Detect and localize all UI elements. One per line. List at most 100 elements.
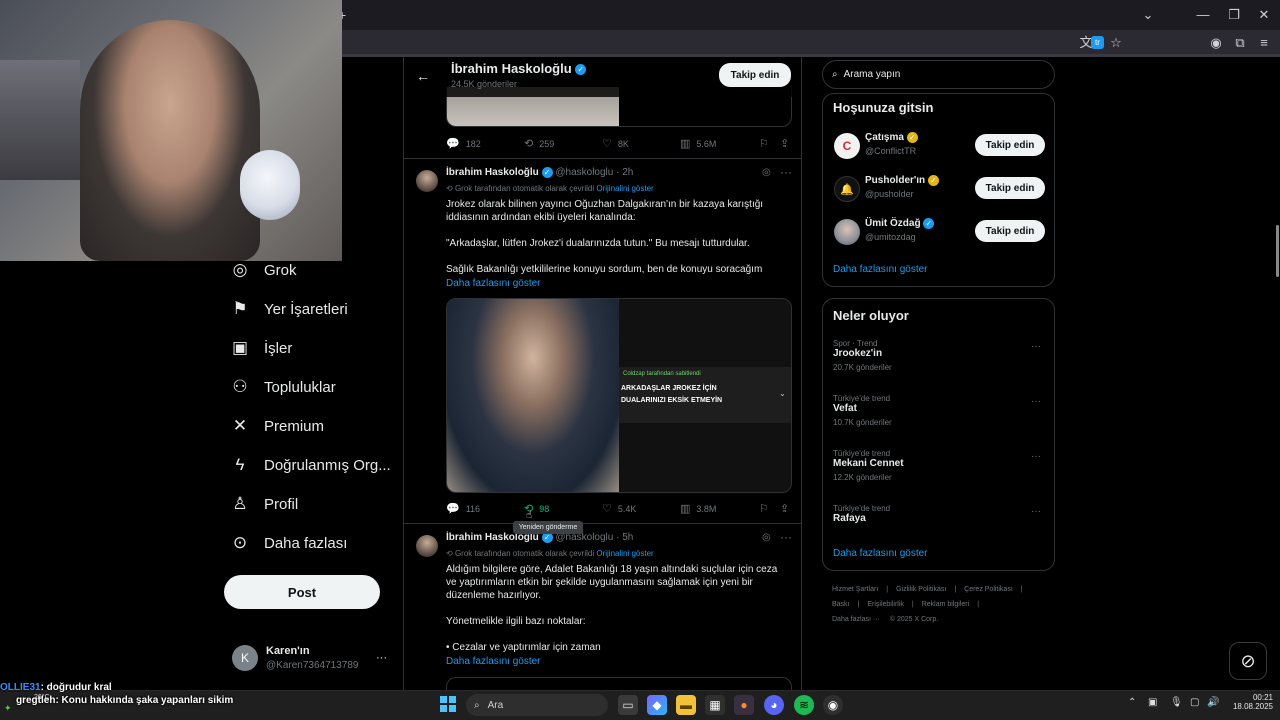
bookmark-button[interactable]: ⚐ [759, 137, 769, 150]
views-button[interactable]: ▥ 3.8M [680, 502, 716, 515]
tweet-author-name[interactable]: İbrahim Haskoloğlu [446, 167, 539, 178]
avatar[interactable]: K [232, 645, 258, 671]
trend-item[interactable]: Türkiye'de trend Rafaya ··· [833, 504, 1045, 534]
show-more-link[interactable]: Daha fazlasını göster [833, 548, 928, 559]
menu-icon[interactable]: ≡ [1255, 34, 1273, 52]
account-icon[interactable]: ◉ [1207, 34, 1225, 52]
media-screenshot: Coldzap tarafından sabitlendi ARKADAŞLAR… [619, 367, 791, 423]
trend-item[interactable]: Türkiye'de trend Vefat 10.7K gönderiler … [833, 394, 1045, 434]
back-arrow-icon[interactable]: ← [416, 68, 430, 84]
tabs-menu-icon[interactable]: ⌄ [1138, 6, 1158, 24]
network-icon[interactable]: ▢ [1190, 697, 1199, 708]
grok-floating-button[interactable]: ⊘ [1229, 642, 1267, 680]
grok-explain-icon[interactable]: ◎ [762, 167, 771, 178]
tweet-time[interactable]: · 2h [616, 167, 633, 178]
close-button[interactable]: ✕ [1254, 6, 1274, 24]
nav-item-premium[interactable]: ✕ Premium [230, 410, 324, 442]
microphone-icon[interactable]: 🎙 [1170, 697, 1183, 708]
avatar[interactable]: C [834, 133, 860, 159]
tweet-avatar[interactable] [416, 170, 438, 192]
nav-item-bookmarks[interactable]: ⚑ Yer İşaretleri [230, 293, 347, 325]
translate-icon: ⟲ [446, 184, 453, 193]
windows-start-icon[interactable] [440, 696, 456, 712]
file-explorer-icon[interactable]: ▬ [676, 695, 696, 715]
follow-button[interactable]: Takip edin [975, 177, 1045, 199]
footer-link[interactable]: Çerez Politikası [964, 586, 1013, 593]
like-button[interactable]: ♡ 8K [602, 137, 629, 150]
trend-more-icon[interactable]: ··· [1031, 396, 1041, 407]
follow-button[interactable]: Takip edin [975, 134, 1045, 156]
search-input[interactable]: Arama yapın [844, 69, 901, 80]
reply-button[interactable]: 💬 182 [446, 137, 481, 150]
avatar[interactable] [834, 219, 860, 245]
nav-item-grok[interactable]: ◎ Grok [230, 254, 297, 286]
show-more-link[interactable]: Daha fazlasını göster [446, 278, 541, 289]
trend-item[interactable]: Türkiye'de trend Mekani Cennet 12.2K gön… [833, 449, 1045, 489]
grok-explain-icon[interactable]: ◎ [762, 532, 771, 543]
follow-button[interactable]: Takip edin [975, 220, 1045, 242]
store-icon[interactable]: ▦ [705, 695, 725, 715]
like-button[interactable]: ♡ 5.4K [602, 502, 636, 515]
firefox-icon[interactable]: ● [734, 695, 754, 715]
nav-item-jobs[interactable]: ▣ İşler [230, 332, 292, 364]
share-button[interactable]: ⇪ [780, 502, 789, 515]
trend-more-icon[interactable]: ··· [1031, 341, 1041, 352]
suggestion-name[interactable]: Çatışma ✓ [865, 132, 918, 143]
page-scrollbar[interactable] [1276, 225, 1279, 277]
show-original-link[interactable]: Orijinalini göster [596, 184, 653, 193]
trend-more-icon[interactable]: ··· [1031, 506, 1041, 517]
tweet-time[interactable]: · 5h [616, 532, 633, 543]
volume-icon[interactable]: 🔊 [1207, 697, 1219, 708]
bookmark-star-icon[interactable]: ☆ [1107, 34, 1125, 52]
tray-chevron-icon[interactable]: ⌃ [1128, 697, 1136, 708]
reply-button[interactable]: 💬 116 [446, 502, 480, 515]
views-button[interactable]: ▥ 5.6M [680, 137, 716, 150]
show-more-link[interactable]: Daha fazlasını göster [446, 656, 541, 667]
footer-link[interactable]: Gizlilik Politikası [896, 586, 946, 593]
task-view-icon[interactable]: ▭ [618, 695, 638, 715]
tweet-media[interactable]: Coldzap tarafından sabitlendi ARKADAŞLAR… [446, 298, 792, 493]
translate-badge[interactable]: tr [1091, 36, 1104, 49]
footer-link[interactable]: Reklam bilgileri [922, 601, 969, 608]
post-button[interactable]: Post [224, 575, 380, 609]
footer-link[interactable]: Hizmet Şartları [832, 586, 878, 593]
repost-button[interactable]: ⟲ 259 [524, 137, 554, 150]
extensions-icon[interactable]: ⧉ [1231, 34, 1249, 52]
obs-icon[interactable]: ◉ [823, 695, 843, 715]
tweet-more-icon[interactable]: ··· [780, 165, 792, 179]
clock[interactable]: 00:21 18.08.2025 [1229, 693, 1273, 711]
weather-temp[interactable]: 26°C [34, 694, 50, 701]
search-box[interactable]: ⌕ Arama yapın [822, 60, 1055, 89]
weather-icon: ✦ [4, 703, 12, 713]
tweet-avatar[interactable] [416, 535, 438, 557]
nav-item-more[interactable]: ⊙ Daha fazlası [230, 527, 348, 559]
header-follow-button[interactable]: Takip edin [719, 63, 791, 87]
discord-icon[interactable]: ◕ [764, 695, 784, 715]
minimize-button[interactable]: — [1193, 6, 1213, 24]
footer-link[interactable]: Erişilebilirlik [867, 601, 904, 608]
account-more-icon[interactable]: ··· [376, 652, 387, 664]
show-original-link[interactable]: Orijinalini göster [596, 549, 653, 558]
share-button[interactable]: ⇪ [780, 137, 789, 150]
suggestion-name[interactable]: Ümit Özdağ ✓ [865, 218, 935, 229]
trend-more-icon[interactable]: ··· [1031, 451, 1041, 462]
nav-item-communities[interactable]: ⚇ Topluluklar [230, 371, 335, 403]
taskbar-search[interactable]: ⌕ Ara [466, 694, 608, 716]
trend-item[interactable]: Spor · Trend Jrookez'in 20.7K gönderiler… [833, 339, 1045, 379]
search-icon: ⌕ [474, 699, 480, 711]
spotify-icon[interactable]: ≋ [794, 695, 814, 715]
nav-item-profile[interactable]: ♙ Profil [230, 488, 298, 520]
tweet-media[interactable] [446, 677, 792, 690]
bell-icon[interactable]: 🔔 [834, 176, 860, 202]
show-more-link[interactable]: Daha fazlasını göster [833, 264, 928, 275]
suggestion-name[interactable]: Pusholder'ın ✓ [865, 175, 939, 186]
bookmark-button[interactable]: ⚐ [759, 502, 769, 515]
nav-item-verified-orgs[interactable]: ϟ Doğrulanmış Org... [230, 449, 391, 481]
tray-app-icon[interactable]: ▣ [1148, 697, 1157, 708]
tweet-handle[interactable]: @haskologlu [555, 167, 613, 178]
footer-more-link[interactable]: Daha fazlası ··· [832, 616, 880, 623]
tweet-more-icon[interactable]: ··· [780, 530, 792, 544]
copilot-icon[interactable]: ◆ [647, 695, 667, 715]
restore-button[interactable]: ❐ [1224, 6, 1244, 24]
footer-link[interactable]: Baskı [832, 601, 850, 608]
